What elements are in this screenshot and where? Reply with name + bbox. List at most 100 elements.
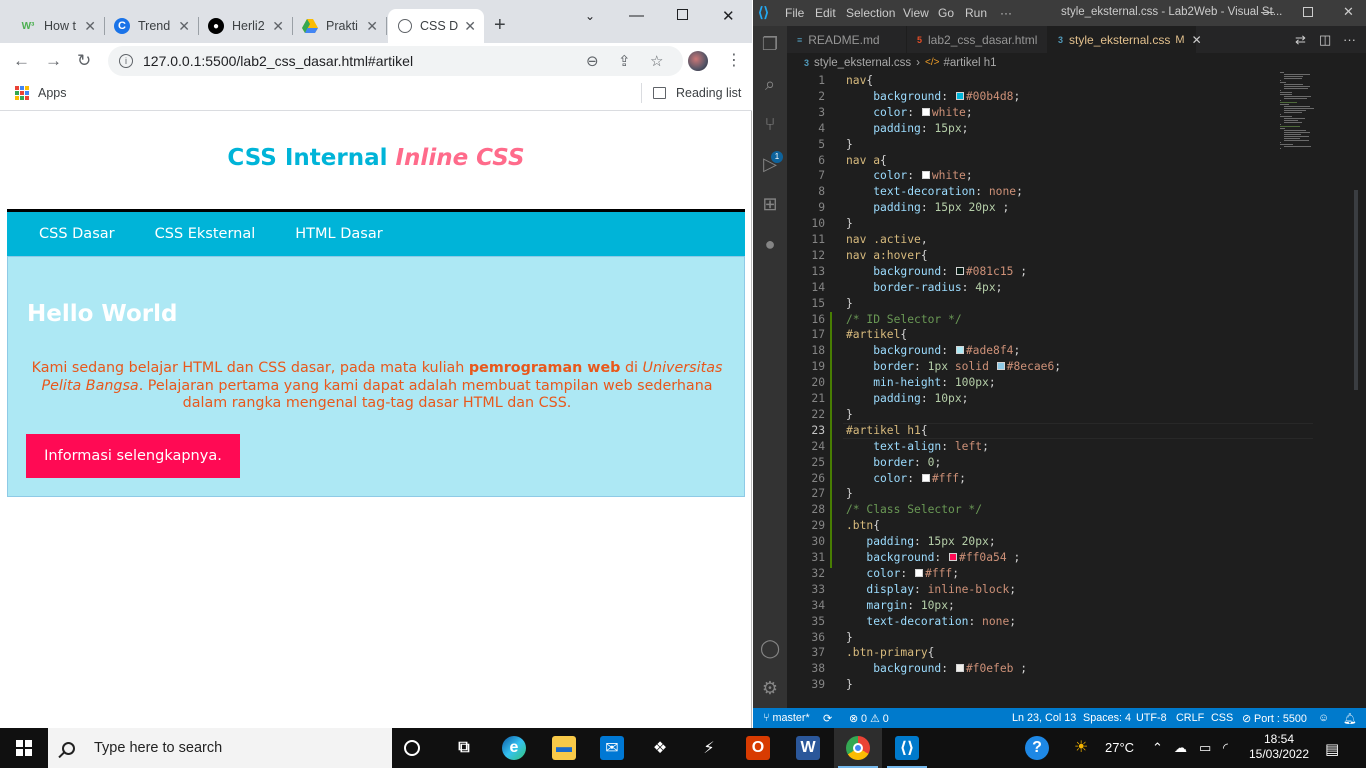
menu-selection[interactable]: Selection xyxy=(846,6,895,20)
accounts-icon[interactable]: ◯ xyxy=(760,638,780,658)
browser-tab[interactable]: W³ How t ✕ xyxy=(10,9,105,43)
nav-link-html-dasar[interactable]: HTML Dasar xyxy=(275,226,402,242)
browser-tab-active[interactable]: CSS D ✕ xyxy=(388,9,484,43)
code-line[interactable]: 10} xyxy=(787,216,1312,232)
code-line[interactable]: 31 background: #ff0a54 ; xyxy=(787,550,1312,566)
settings-gear-icon[interactable]: ⚙ xyxy=(760,678,780,698)
chrome-icon[interactable] xyxy=(846,736,870,760)
search-icon[interactable]: ⌕ xyxy=(760,74,780,94)
wifi-icon[interactable]: ◜ xyxy=(1223,740,1228,756)
nav-link-css-dasar[interactable]: CSS Dasar xyxy=(19,226,135,242)
site-info-icon[interactable]: i xyxy=(119,54,133,68)
minimap[interactable] xyxy=(1280,72,1350,152)
start-button[interactable] xyxy=(16,740,32,756)
code-line[interactable]: 11 nav .active, xyxy=(787,232,1312,248)
tab-html[interactable]: 5 lab2_css_dasar.html xyxy=(907,26,1048,53)
problems-status[interactable]: ⊗ 0 ⚠ 0 xyxy=(849,712,889,725)
code-line[interactable]: 33 display: inline-block; xyxy=(787,582,1312,598)
editor-scrollbar[interactable] xyxy=(1354,190,1358,390)
menu-view[interactable]: View xyxy=(903,6,929,20)
code-line[interactable]: 1 nav{ xyxy=(787,73,1312,89)
menu-edit[interactable]: Edit xyxy=(815,6,836,20)
color-swatch[interactable] xyxy=(921,107,930,116)
system-clock[interactable]: 18:54 15/03/2022 xyxy=(1247,732,1311,762)
share-icon[interactable]: ⇪ xyxy=(618,52,631,70)
code-line[interactable]: 4 padding: 15px; xyxy=(787,121,1312,137)
code-line[interactable]: 22} xyxy=(787,407,1312,423)
minimize-icon[interactable]: — xyxy=(629,7,644,24)
minimize-icon[interactable]: — xyxy=(1261,4,1274,19)
color-swatch[interactable] xyxy=(921,171,930,180)
close-tab-icon[interactable]: ✕ xyxy=(366,18,378,35)
edge-icon[interactable]: e xyxy=(502,736,526,760)
color-swatch[interactable] xyxy=(955,91,964,100)
tab-readme[interactable]: ≡ README.md xyxy=(787,26,907,53)
office-icon[interactable]: O xyxy=(746,736,770,760)
mail-icon[interactable]: ✉ xyxy=(600,736,624,760)
code-line[interactable]: 29 .btn{ xyxy=(787,518,1312,534)
code-line[interactable]: 18 background: #ade8f4; xyxy=(787,343,1312,359)
source-control-icon[interactable]: ⑂ xyxy=(760,114,780,134)
task-view-icon[interactable]: ⧉ xyxy=(452,736,476,760)
notification-center-icon[interactable]: ▤ xyxy=(1325,740,1339,758)
compare-changes-icon[interactable]: ⇄ xyxy=(1295,32,1306,48)
github-icon[interactable]: ● xyxy=(760,234,780,254)
close-tab-icon[interactable]: ✕ xyxy=(464,18,476,35)
close-tab-icon[interactable]: ✕ xyxy=(1192,33,1202,47)
code-line[interactable]: 28 /* Class Selector */ xyxy=(787,502,1312,518)
browser-tab[interactable]: C Trend ✕ xyxy=(104,9,199,43)
code-line[interactable]: 19 border: 1px solid #8ecae6; xyxy=(787,359,1312,375)
close-tab-icon[interactable]: ✕ xyxy=(272,18,284,35)
reading-list-icon[interactable] xyxy=(653,87,666,99)
code-line[interactable]: 37 .btn-primary{ xyxy=(787,645,1312,661)
color-swatch[interactable] xyxy=(915,568,924,577)
apps-bookmark[interactable]: Apps xyxy=(38,86,67,100)
tab-search-icon[interactable]: ⌄ xyxy=(585,9,595,23)
code-line[interactable]: 21 padding: 10px; xyxy=(787,391,1312,407)
more-info-button[interactable]: Informasi selengkapnya. xyxy=(26,434,240,478)
color-swatch[interactable] xyxy=(921,473,930,482)
app-icon[interactable]: ⚡︎ xyxy=(697,736,721,760)
battery-icon[interactable]: ▭ xyxy=(1199,740,1211,756)
breadcrumb-file[interactable]: style_eksternal.css xyxy=(814,57,911,69)
profile-avatar[interactable] xyxy=(688,51,708,71)
indentation-status[interactable]: Spaces: 4 xyxy=(1083,712,1131,724)
run-debug-icon[interactable]: ▷ xyxy=(760,154,780,174)
weather-icon[interactable]: ☀ xyxy=(1074,737,1088,757)
menu-run[interactable]: Run xyxy=(965,6,987,20)
taskbar-search[interactable]: Type here to search xyxy=(48,728,392,768)
tab-css-active[interactable]: 3 style_eksternal.css M ✕ xyxy=(1048,26,1202,53)
live-server-status[interactable]: ⊘ Port : 5500 xyxy=(1242,712,1307,725)
show-hidden-icons[interactable]: ⌃ xyxy=(1152,740,1163,756)
code-line[interactable]: 35 text-decoration: none; xyxy=(787,614,1312,630)
code-line[interactable]: 23 #artikel h1{ xyxy=(787,422,1313,439)
extensions-icon[interactable]: ⊞ xyxy=(760,194,780,214)
code-line[interactable]: 13 background: #081c15 ; xyxy=(787,264,1312,280)
sync-icon[interactable]: ⟳ xyxy=(823,712,832,725)
code-line[interactable]: 25 border: 0; xyxy=(787,455,1312,471)
browser-tab[interactable]: ● Herli2 ✕ xyxy=(198,9,293,43)
breadcrumb-symbol[interactable]: #artikel h1 xyxy=(943,57,996,69)
code-line[interactable]: 17 #artikel{ xyxy=(787,327,1312,343)
code-line[interactable]: 14 border-radius: 4px; xyxy=(787,280,1312,296)
feedback-icon[interactable]: ☺ xyxy=(1318,712,1329,724)
code-line[interactable]: 6 nav a{ xyxy=(787,153,1312,169)
color-swatch[interactable] xyxy=(955,664,964,673)
color-swatch[interactable] xyxy=(949,553,958,561)
menu-more[interactable]: ··· xyxy=(1000,6,1012,20)
cortana-icon[interactable] xyxy=(404,740,420,756)
nav-link-css-eksternal[interactable]: CSS Eksternal xyxy=(135,226,276,242)
browser-tab[interactable]: Prakti ✕ xyxy=(292,9,387,43)
color-swatch[interactable] xyxy=(955,266,964,275)
code-line[interactable]: 34 margin: 10px; xyxy=(787,598,1312,614)
explorer-icon[interactable]: ❐ xyxy=(760,34,780,54)
bookmark-star-icon[interactable]: ☆ xyxy=(650,52,663,70)
dropbox-icon[interactable]: ❖ xyxy=(648,736,672,760)
encoding-status[interactable]: UTF-8 xyxy=(1136,712,1167,724)
code-line[interactable]: 2 background: #00b4d8; xyxy=(787,89,1312,105)
apps-grid-icon[interactable] xyxy=(15,86,29,100)
chrome-menu-icon[interactable]: ⋮ xyxy=(726,50,742,70)
code-line[interactable]: 20 min-height: 100px; xyxy=(787,375,1312,391)
code-line[interactable]: 9 padding: 15px 20px ; xyxy=(787,200,1312,216)
back-icon[interactable]: ← xyxy=(13,51,30,71)
